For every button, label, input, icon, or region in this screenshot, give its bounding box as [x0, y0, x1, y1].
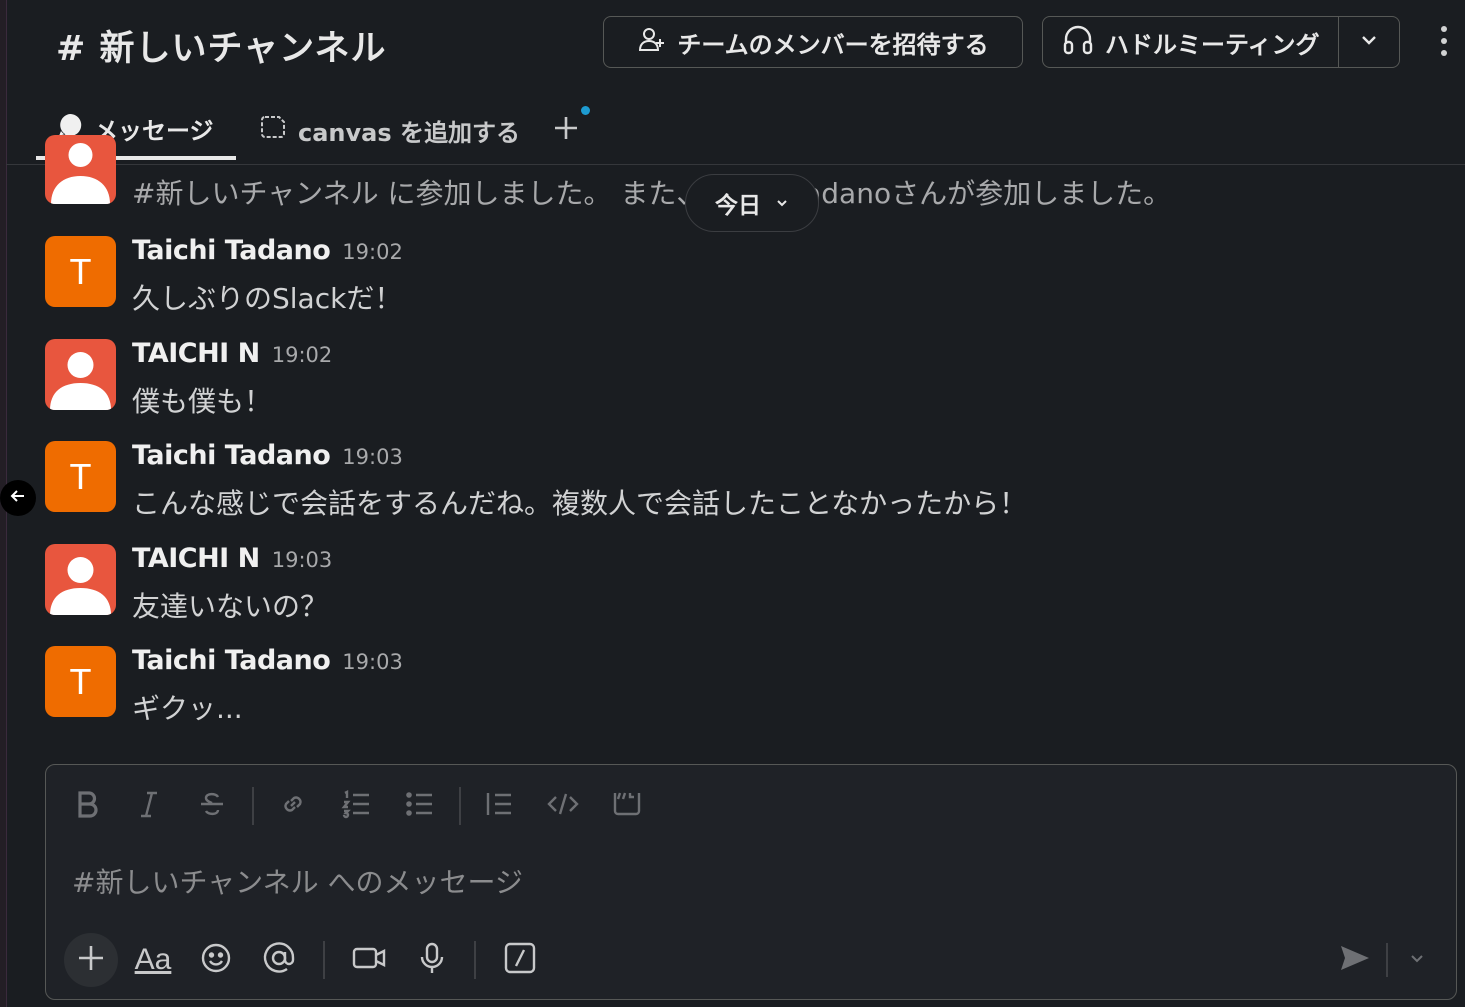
code-button[interactable]	[542, 785, 584, 827]
add-tab-button[interactable]	[546, 110, 586, 150]
link-icon	[277, 788, 309, 824]
more-options-button[interactable]	[1428, 22, 1460, 64]
message-author[interactable]: Taichi Tadano 19:02	[132, 235, 403, 266]
avatar[interactable]	[45, 135, 116, 204]
audio-clip-button[interactable]	[409, 937, 455, 983]
avatar[interactable]: T	[45, 646, 116, 717]
chevron-down-icon	[1408, 949, 1426, 971]
message-text: こんな感じで会話をするんだね。複数人で会話したことなかったから！	[132, 487, 1028, 520]
author-name[interactable]: TAICHI N	[132, 338, 260, 369]
bold-button[interactable]	[66, 785, 108, 827]
message-author[interactable]: Taichi Tadano 19:03	[132, 645, 403, 676]
canvas-icon	[258, 112, 288, 148]
date-divider-button[interactable]: 今日	[685, 174, 819, 232]
strikethrough-icon	[197, 789, 227, 823]
author-name[interactable]: Taichi Tadano	[132, 440, 331, 471]
channel-title[interactable]: # 新しいチャンネル	[56, 20, 386, 71]
toolbar-divider	[474, 941, 476, 979]
shortcuts-button[interactable]	[497, 937, 543, 983]
invite-members-label: チームのメンバーを招待する	[677, 30, 989, 59]
message-input[interactable]: #新しいチャンネル へのメッセージ	[72, 861, 523, 901]
code-icon	[546, 789, 580, 823]
emoji-icon	[199, 941, 233, 979]
italic-icon	[135, 789, 163, 823]
message-text: 友達いないの？	[132, 590, 329, 623]
bullet-list-button[interactable]	[399, 785, 441, 827]
bold-icon	[73, 789, 101, 823]
invite-members-button[interactable]: チームのメンバーを招待する	[603, 16, 1023, 68]
chevron-down-icon	[1359, 28, 1379, 56]
blockquote-icon	[483, 788, 515, 824]
italic-button[interactable]	[128, 785, 170, 827]
message-author[interactable]: TAICHI N 19:03	[132, 543, 332, 574]
message-timestamp[interactable]: 19:02	[342, 240, 403, 264]
send-button[interactable]	[1332, 937, 1378, 983]
emoji-button[interactable]	[193, 937, 239, 983]
author-name[interactable]: TAICHI N	[132, 543, 260, 574]
avatar-initial: T	[69, 660, 92, 702]
link-button[interactable]	[272, 785, 314, 827]
slash-command-icon	[503, 941, 537, 979]
avatar-initial: T	[69, 250, 92, 292]
ordered-list-button[interactable]	[336, 785, 378, 827]
avatar[interactable]	[45, 339, 116, 410]
message-timestamp[interactable]: 19:03	[342, 445, 403, 469]
date-label: 今日	[715, 193, 761, 219]
arrow-left-icon	[8, 486, 28, 510]
plus-icon	[552, 114, 580, 146]
avatar[interactable]: T	[45, 441, 116, 512]
new-feature-dot	[581, 106, 590, 115]
toolbar-divider	[1386, 943, 1388, 977]
attach-button[interactable]	[64, 933, 118, 987]
system-message: #新しいチャンネル に参加しました。 また、Taichi Tadanoさんが参加…	[132, 177, 1172, 210]
author-name[interactable]: Taichi Tadano	[132, 645, 331, 676]
video-icon	[351, 943, 387, 977]
microphone-icon	[417, 941, 447, 979]
mention-icon	[261, 940, 297, 980]
avatar[interactable]	[45, 544, 116, 615]
message-composer: #新しいチャンネル へのメッセージ Aa	[45, 764, 1457, 1000]
tab-label: canvas を追加する	[298, 118, 520, 147]
message-timestamp[interactable]: 19:02	[272, 343, 333, 367]
blockquote-button[interactable]	[478, 785, 520, 827]
huddle-start[interactable]: ハドルミーティング	[1043, 17, 1339, 67]
avatar-initial: T	[69, 455, 92, 497]
message-text: 僕も僕も！	[132, 385, 273, 418]
toolbar-divider	[323, 941, 325, 979]
video-clip-button[interactable]	[346, 937, 392, 983]
message-text: 久しぶりのSlackだ！	[132, 282, 403, 315]
ordered-list-icon	[341, 788, 373, 824]
format-toggle-button[interactable]: Aa	[130, 937, 176, 983]
message-timestamp[interactable]: 19:03	[342, 650, 403, 674]
code-block-icon	[610, 788, 644, 824]
author-name[interactable]: Taichi Tadano	[132, 235, 331, 266]
mention-button[interactable]	[256, 937, 302, 983]
message-author[interactable]: Taichi Tadano 19:03	[132, 440, 403, 471]
strikethrough-button[interactable]	[191, 785, 233, 827]
send-options-button[interactable]	[1394, 937, 1440, 983]
tab-add-canvas[interactable]: canvas を追加する	[258, 100, 520, 160]
chevron-down-icon	[775, 190, 789, 216]
code-block-button[interactable]	[606, 785, 648, 827]
message-author[interactable]: TAICHI N 19:02	[132, 338, 332, 369]
channel-tabs: メッセージ canvas を追加する	[6, 100, 1465, 165]
message-text: ギクッ...	[132, 692, 243, 725]
plus-icon	[76, 943, 106, 977]
back-button[interactable]	[0, 480, 36, 516]
bullet-list-icon	[404, 788, 436, 824]
toolbar-divider	[252, 787, 254, 825]
huddle-options-button[interactable]	[1339, 28, 1399, 56]
headphones-icon	[1061, 22, 1095, 62]
message-timestamp[interactable]: 19:03	[272, 548, 333, 572]
more-vertical-icon	[1439, 24, 1449, 62]
send-icon	[1338, 943, 1372, 977]
huddle-button[interactable]: ハドルミーティング	[1042, 16, 1400, 68]
huddle-label: ハドルミーティング	[1105, 30, 1320, 59]
avatar[interactable]: T	[45, 236, 116, 307]
person-plus-icon	[637, 24, 667, 60]
toolbar-divider	[459, 787, 461, 825]
